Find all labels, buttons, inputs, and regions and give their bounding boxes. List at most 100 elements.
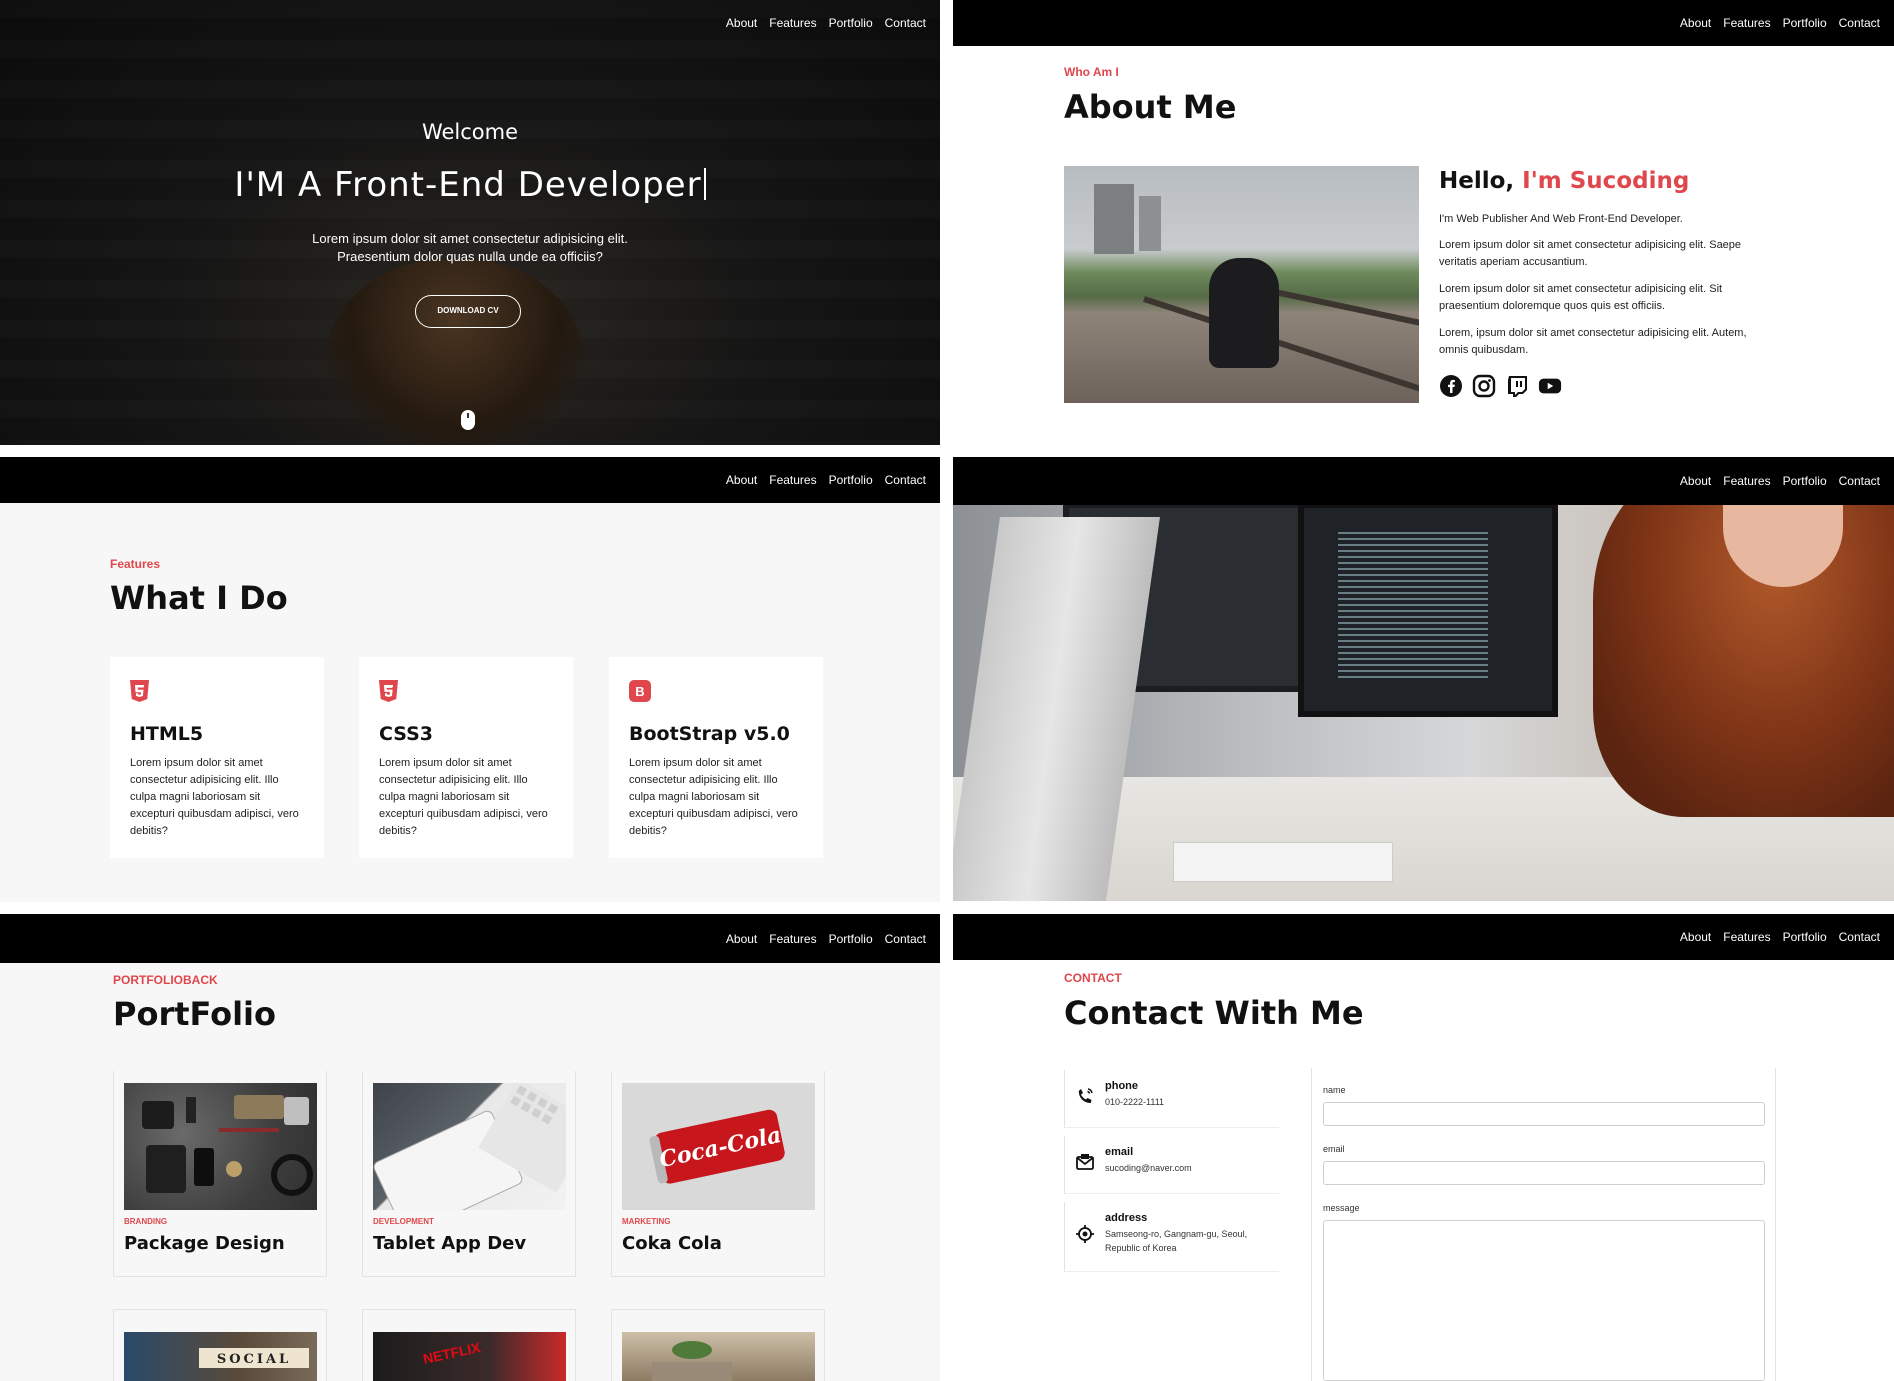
email-field[interactable]: [1323, 1161, 1765, 1185]
about-paragraph: Lorem, ipsum dolor sit amet consectetur …: [1439, 327, 1747, 356]
feature-text: Lorem ipsum dolor sit amet consectetur a…: [629, 757, 798, 837]
navbar: About Features Portfolio Contact: [953, 457, 1894, 505]
nav-portfolio[interactable]: Portfolio: [829, 16, 873, 30]
portfolio-card[interactable]: NETFLIX: [362, 1309, 576, 1381]
about-greeting: Hello, I'm Sucoding: [1439, 168, 1689, 194]
portfolio-title: Tablet App Dev: [373, 1233, 527, 1254]
nav-contact[interactable]: Contact: [885, 16, 926, 30]
name-field[interactable]: [1323, 1102, 1765, 1126]
nav-contact[interactable]: Contact: [1839, 930, 1880, 944]
photo-section: About Features Portfolio Contact: [953, 457, 1894, 901]
netflix-logo-text: NETFLIX: [422, 1339, 483, 1367]
hero-section: About Features Portfolio Contact Welcome…: [0, 0, 940, 445]
features-section: About Features Portfolio Contact Feature…: [0, 457, 940, 902]
flatlay-illustration: [142, 1095, 313, 1196]
name-label: name: [1323, 1085, 1346, 1095]
portfolio-card[interactable]: SOCIAL: [113, 1309, 327, 1381]
facebook-icon[interactable]: [1439, 374, 1463, 398]
contact-value: Samseong-ro, Gangnam-gu, Seoul, Republic…: [1105, 1229, 1248, 1253]
feature-title: HTML5: [130, 723, 204, 745]
nav-features[interactable]: Features: [1723, 16, 1770, 30]
plant-illustration: [652, 1341, 732, 1381]
download-cv-button[interactable]: DOWNLOAD CV: [415, 295, 521, 328]
contact-section: About Features Portfolio Contact CONTACT…: [953, 914, 1894, 1381]
message-field[interactable]: [1323, 1220, 1765, 1381]
mail-icon: [1076, 1154, 1094, 1170]
nav-about[interactable]: About: [1680, 16, 1711, 30]
phone-icon: [1078, 1088, 1093, 1103]
nav-about[interactable]: About: [726, 932, 757, 946]
nav-features[interactable]: Features: [769, 16, 816, 30]
nav-portfolio[interactable]: Portfolio: [829, 932, 873, 946]
about-section: About Features Portfolio Contact Who Am …: [953, 0, 1894, 445]
hero-title-text: I'M A Front-End Developer: [234, 165, 702, 205]
about-paragraph: Lorem ipsum dolor sit amet consectetur a…: [1439, 283, 1723, 312]
nav-contact[interactable]: Contact: [885, 932, 926, 946]
contact-value: sucoding@naver.com: [1105, 1163, 1192, 1173]
twitch-icon[interactable]: [1505, 374, 1529, 398]
portfolio-title: Package Design: [124, 1233, 285, 1254]
photo-keyboard: [1173, 842, 1393, 882]
nav-contact[interactable]: Contact: [1839, 16, 1880, 30]
nav-features[interactable]: Features: [1723, 474, 1770, 488]
navbar: About Features Portfolio Contact: [953, 0, 1894, 46]
nav-about[interactable]: About: [1680, 930, 1711, 944]
about-paragraph: I'm Web Publisher And Web Front-End Deve…: [1439, 213, 1683, 225]
section-title: About Me: [1064, 88, 1237, 126]
portfolio-category: BRANDING: [124, 1217, 168, 1226]
nav-portfolio[interactable]: Portfolio: [1783, 474, 1827, 488]
feature-card: HTML5 Lorem ipsum dolor sit amet consect…: [110, 657, 324, 858]
greeting-name: I'm Sucoding: [1522, 168, 1690, 194]
nav-about[interactable]: About: [1680, 474, 1711, 488]
hero-welcome: Welcome: [421, 120, 519, 144]
nav-contact[interactable]: Contact: [885, 473, 926, 487]
contact-label: phone: [1105, 1080, 1138, 1092]
feature-card: CSS3 Lorem ipsum dolor sit amet consecte…: [359, 657, 573, 858]
portfolio-thumbnail: [373, 1078, 597, 1236]
hero-description: Lorem ipsum dolor sit amet consectetur a…: [312, 231, 628, 264]
portfolio-card[interactable]: BRANDING Package Design: [113, 1071, 327, 1277]
bootstrap-icon: B: [629, 680, 651, 702]
tablet-illustration: [373, 1078, 597, 1236]
portfolio-card[interactable]: [611, 1309, 825, 1381]
message-label: message: [1323, 1203, 1360, 1213]
about-photo: [1064, 166, 1419, 403]
social-links: [1439, 374, 1562, 398]
netflix-illustration: NETFLIX: [422, 1339, 483, 1367]
navbar: About Features Portfolio Contact: [953, 914, 1894, 960]
scroll-mouse-icon[interactable]: [461, 410, 475, 430]
navbar: About Features Portfolio Contact: [0, 914, 940, 963]
portfolio-card[interactable]: Coca-Cola MARKETING Coka Cola: [611, 1071, 825, 1277]
nav-features[interactable]: Features: [1723, 930, 1770, 944]
nav-about[interactable]: About: [726, 473, 757, 487]
nav-features[interactable]: Features: [769, 473, 816, 487]
portfolio-thumbnail: [124, 1083, 317, 1210]
portfolio-thumbnail: Coca-Cola: [622, 1083, 815, 1210]
section-eyebrow: CONTACT: [1064, 971, 1122, 985]
nav-portfolio[interactable]: Portfolio: [1783, 930, 1827, 944]
greeting-hello: Hello,: [1439, 168, 1515, 194]
contact-info-email: email sucoding@naver.com: [1064, 1136, 1279, 1194]
navbar: About Features Portfolio Contact: [0, 0, 940, 46]
portfolio-card[interactable]: DEVELOPMENT Tablet App Dev: [362, 1071, 597, 1277]
section-eyebrow: PORTFOLIOBACK: [113, 973, 218, 987]
photo-building: [1094, 184, 1134, 254]
html5-icon: [130, 680, 149, 702]
photo-person: [1209, 258, 1279, 368]
typing-caret: [703, 168, 706, 200]
feature-text: Lorem ipsum dolor sit amet consectetur a…: [379, 757, 548, 837]
css3-icon: [379, 680, 398, 702]
youtube-icon[interactable]: [1538, 374, 1562, 398]
feature-title: BootStrap v5.0: [629, 723, 790, 745]
nav-portfolio[interactable]: Portfolio: [829, 473, 873, 487]
nav-contact[interactable]: Contact: [1839, 474, 1880, 488]
nav-about[interactable]: About: [726, 16, 757, 30]
portfolio-section: About Features Portfolio Contact PORTFOL…: [0, 914, 940, 1381]
nav-features[interactable]: Features: [769, 932, 816, 946]
nav-portfolio[interactable]: Portfolio: [1783, 16, 1827, 30]
navbar: About Features Portfolio Contact: [0, 457, 940, 503]
tiles-text: SOCIAL: [217, 1352, 291, 1367]
contact-value: 010-2222-1111: [1105, 1097, 1165, 1107]
instagram-icon[interactable]: [1472, 374, 1496, 398]
feature-title: CSS3: [379, 723, 434, 745]
